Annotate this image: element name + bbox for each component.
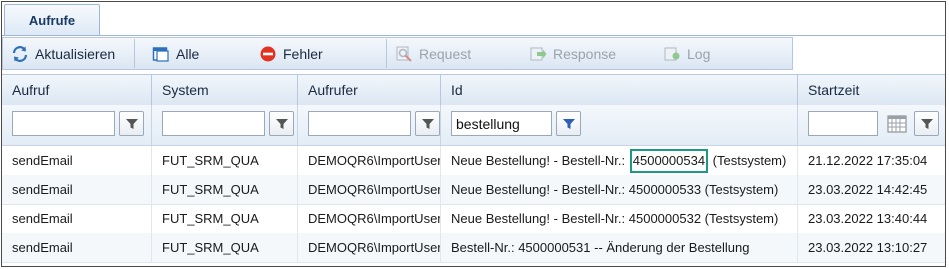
- cell-id: Neue Bestellung! - Bestell-Nr.: 45000005…: [441, 175, 798, 204]
- toolbar-divider: [386, 39, 387, 68]
- refresh-icon: [12, 45, 28, 62]
- error-button[interactable]: Fehler: [259, 38, 323, 69]
- tab-aufrufe[interactable]: Aufrufe: [4, 4, 100, 35]
- response-icon: [530, 47, 547, 60]
- log-button[interactable]: Log: [663, 38, 710, 69]
- id-prefix: Neue Bestellung! - Bestell-Nr.:: [451, 153, 629, 168]
- filter-input-aufrufer[interactable]: [308, 111, 411, 136]
- toolbar: Aktualisieren Alle Fehler Request Respon…: [2, 37, 793, 70]
- filter-cell-system: [152, 105, 298, 145]
- error-icon: [260, 46, 276, 61]
- refresh-button[interactable]: Aktualisieren: [11, 38, 115, 69]
- filter-row: [2, 105, 945, 146]
- highlighted-order-number: 4500000534: [629, 149, 709, 173]
- filter-cell-aufruf: [2, 105, 152, 145]
- tab-strip: Aufrufe: [2, 2, 945, 36]
- request-button[interactable]: Request: [395, 38, 471, 69]
- order-number: 4500000532: [628, 211, 702, 226]
- id-suffix: (Testsystem): [701, 182, 779, 197]
- cell-aufrufer: DEMOQR6\ImportUser: [298, 175, 441, 204]
- refresh-label: Aktualisieren: [35, 45, 116, 62]
- request-label: Request: [419, 45, 472, 62]
- column-header-id[interactable]: Id: [441, 75, 798, 105]
- table-row[interactable]: sendEmail FUT_SRM_QUA DEMOQR6\ImportUser…: [2, 233, 945, 263]
- cell-aufruf: sendEmail: [2, 204, 152, 233]
- response-button[interactable]: Response: [529, 38, 616, 69]
- grid-header: Aufruf System Aufrufer Id Startzeit: [2, 74, 945, 106]
- log-icon: [664, 47, 680, 60]
- filter-input-id[interactable]: [451, 111, 552, 136]
- order-number: 4500000533: [628, 182, 702, 197]
- column-header-aufrufer[interactable]: Aufrufer: [298, 75, 441, 105]
- cell-system: FUT_SRM_QUA: [152, 233, 298, 262]
- filter-input-aufruf[interactable]: [12, 111, 115, 136]
- filter-cell-startzeit: [798, 105, 945, 145]
- error-label: Fehler: [283, 45, 323, 62]
- filter-icon: [562, 118, 575, 129]
- filter-icon: [421, 118, 434, 129]
- cell-aufrufer: DEMOQR6\ImportUser: [298, 233, 441, 262]
- all-label: Alle: [176, 45, 200, 62]
- cell-aufrufer: DEMOQR6\ImportUser: [298, 146, 441, 175]
- id-suffix: -- Änderung der Bestellung: [590, 240, 750, 255]
- column-header-aufruf[interactable]: Aufruf: [2, 75, 152, 105]
- cell-id: Bestell-Nr.: 4500000531 -- Änderung der …: [441, 233, 798, 262]
- filter-input-startzeit[interactable]: [808, 111, 878, 136]
- cell-startzeit: 23.03.2022 13:10:27: [808, 240, 928, 255]
- window-icon: [152, 46, 169, 62]
- cell-aufruf: sendEmail: [2, 175, 152, 204]
- filter-button-aufruf[interactable]: [119, 111, 144, 136]
- column-header-startzeit[interactable]: Startzeit: [798, 75, 945, 105]
- all-button[interactable]: Alle: [152, 38, 199, 69]
- cell-startzeit: 23.03.2022 14:42:45: [808, 182, 928, 197]
- filter-button-id[interactable]: [556, 111, 581, 136]
- cell-aufruf: sendEmail: [2, 233, 152, 262]
- cell-startzeit: 23.03.2022 13:40:44: [808, 211, 928, 226]
- log-label: Log: [687, 45, 711, 62]
- calls-panel: Aufrufe Aktualisieren Alle Fehler Reques…: [1, 1, 946, 267]
- id-prefix: Neue Bestellung! - Bestell-Nr.:: [451, 211, 629, 226]
- filter-button-system[interactable]: [269, 111, 294, 136]
- table-row[interactable]: sendEmail FUT_SRM_QUA DEMOQR6\ImportUser…: [2, 204, 945, 234]
- calendar-icon[interactable]: [886, 113, 908, 135]
- response-label: Response: [553, 45, 617, 62]
- request-icon: [396, 46, 412, 62]
- cell-system: FUT_SRM_QUA: [152, 175, 298, 204]
- cell-startzeit: 21.12.2022 17:35:04: [808, 153, 928, 168]
- cell-id: Neue Bestellung! - Bestell-Nr.: 45000005…: [441, 146, 798, 175]
- toolbar-divider: [134, 39, 135, 68]
- cell-system: FUT_SRM_QUA: [152, 204, 298, 233]
- filter-cell-id: [441, 105, 798, 145]
- column-header-system[interactable]: System: [152, 75, 298, 105]
- filter-icon: [275, 118, 288, 129]
- cell-id: Neue Bestellung! - Bestell-Nr.: 45000005…: [441, 204, 798, 233]
- filter-input-system[interactable]: [162, 111, 265, 136]
- id-suffix: (Testsystem): [709, 153, 787, 168]
- cell-aufruf: sendEmail: [2, 146, 152, 175]
- id-prefix: Neue Bestellung! - Bestell-Nr.:: [451, 182, 629, 197]
- cell-aufrufer: DEMOQR6\ImportUser: [298, 204, 441, 233]
- id-prefix: Bestell-Nr.:: [451, 240, 519, 255]
- filter-cell-aufrufer: [298, 105, 441, 145]
- filter-icon: [920, 118, 933, 129]
- table-row[interactable]: sendEmail FUT_SRM_QUA DEMOQR6\ImportUser…: [2, 146, 945, 176]
- filter-icon: [125, 118, 138, 129]
- filter-button-aufrufer[interactable]: [415, 111, 440, 136]
- filter-button-startzeit[interactable]: [914, 111, 939, 136]
- table-row[interactable]: sendEmail FUT_SRM_QUA DEMOQR6\ImportUser…: [2, 175, 945, 205]
- order-number: 4500000531: [518, 240, 591, 255]
- cell-system: FUT_SRM_QUA: [152, 146, 298, 175]
- id-suffix: (Testsystem): [701, 211, 779, 226]
